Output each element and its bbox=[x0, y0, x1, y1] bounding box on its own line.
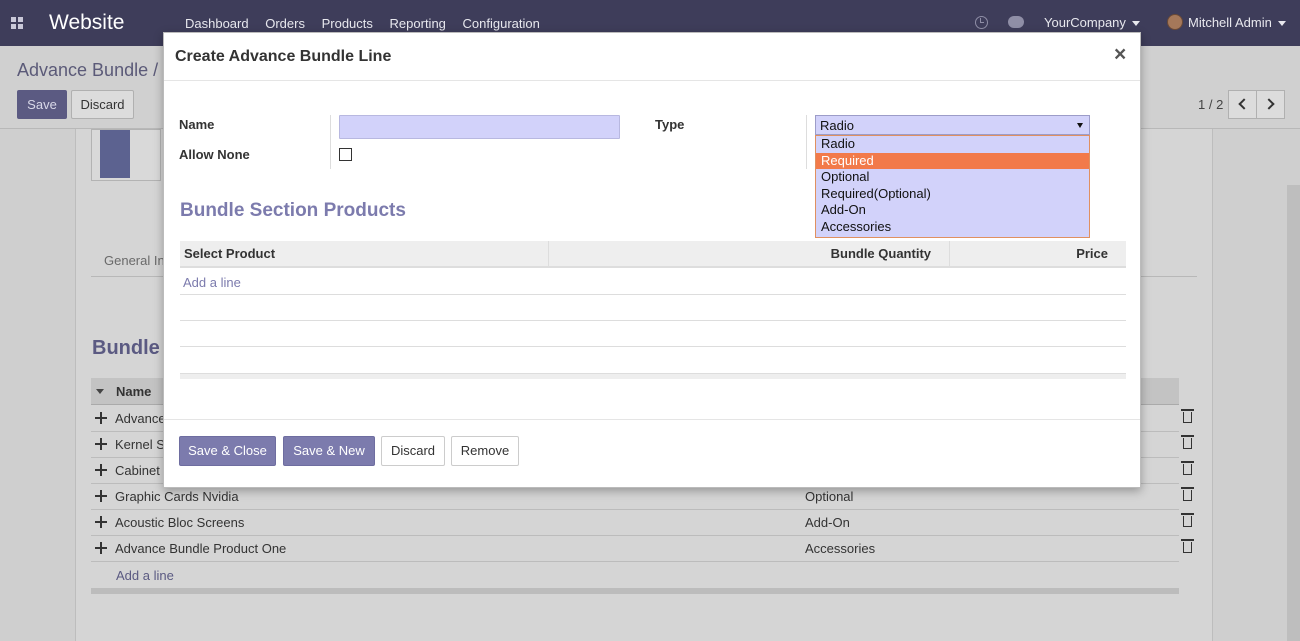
type-select-value: Radio bbox=[820, 118, 854, 133]
row-type: Add-On bbox=[805, 515, 850, 530]
drag-handle-icon[interactable] bbox=[95, 412, 107, 424]
apps-menu-icon[interactable] bbox=[11, 17, 23, 29]
trash-icon[interactable] bbox=[1181, 539, 1194, 553]
chevron-down-icon bbox=[1277, 21, 1286, 27]
chevron-right-icon bbox=[1263, 98, 1275, 110]
user-name: Mitchell Admin bbox=[1188, 15, 1272, 30]
type-select[interactable]: Radio bbox=[815, 115, 1090, 135]
close-icon[interactable]: × bbox=[1114, 43, 1126, 67]
name-input[interactable] bbox=[339, 115, 620, 139]
drag-handle-icon[interactable] bbox=[95, 542, 107, 554]
drag-handle-icon[interactable] bbox=[95, 490, 107, 502]
drag-handle-icon[interactable] bbox=[95, 438, 107, 450]
app-title: Website bbox=[49, 11, 125, 34]
field-divider bbox=[330, 115, 331, 169]
row-type: Optional bbox=[805, 489, 854, 504]
trash-icon[interactable] bbox=[1181, 435, 1194, 449]
type-label: Type bbox=[655, 117, 685, 132]
type-option-accessories[interactable]: Accessories bbox=[816, 219, 1089, 236]
chevron-left-icon bbox=[1238, 98, 1250, 110]
dialog-title: Create Advance Bundle Line bbox=[175, 48, 392, 65]
column-header-select-product[interactable]: Select Product bbox=[184, 246, 275, 261]
menu-item-orders[interactable]: Orders bbox=[265, 16, 305, 31]
column-divider bbox=[949, 241, 950, 268]
column-header-bundle-quantity[interactable]: Bundle Quantity bbox=[831, 246, 931, 261]
dialog-footer: Save & Close Save & New Discard Remove bbox=[164, 419, 1140, 488]
activity-clock-icon[interactable] bbox=[975, 16, 988, 29]
user-avatar[interactable] bbox=[1167, 14, 1183, 30]
save-close-button[interactable]: Save & Close bbox=[179, 436, 276, 466]
breadcrumb[interactable]: Advance Bundle / bbox=[17, 60, 158, 81]
save-new-button[interactable]: Save & New bbox=[283, 436, 375, 466]
main-menu: Dashboard Orders Products Reporting Conf… bbox=[185, 16, 553, 31]
trash-icon[interactable] bbox=[1181, 487, 1194, 501]
form-discard-button[interactable]: Discard bbox=[71, 90, 134, 119]
product-image bbox=[91, 129, 161, 181]
bundle-heading: Bundle bbox=[92, 337, 160, 359]
pager-previous-button[interactable] bbox=[1228, 90, 1257, 119]
bundle-section-products-title: Bundle Section Products bbox=[180, 200, 406, 221]
row-name: Kernel S bbox=[115, 437, 165, 452]
menu-item-dashboard[interactable]: Dashboard bbox=[185, 16, 249, 31]
bundle-add-line-link[interactable]: Add a line bbox=[116, 568, 174, 583]
sort-caret-icon[interactable] bbox=[96, 389, 104, 394]
add-line-link[interactable]: Add a line bbox=[183, 275, 241, 290]
table-row: Add a line bbox=[180, 269, 1126, 295]
menu-item-reporting[interactable]: Reporting bbox=[390, 16, 446, 31]
column-divider bbox=[548, 241, 549, 268]
form-save-button[interactable]: Save bbox=[17, 90, 67, 119]
row-name: Graphic Cards Nvidia bbox=[115, 489, 239, 504]
discard-button[interactable]: Discard bbox=[381, 436, 445, 466]
company-name: YourCompany bbox=[1044, 15, 1126, 30]
menu-item-products[interactable]: Products bbox=[322, 16, 373, 31]
bundle-table-footer bbox=[91, 588, 1179, 594]
chevron-down-icon bbox=[1131, 21, 1140, 27]
tab-general-info[interactable]: General In bbox=[104, 253, 165, 268]
products-table-footer bbox=[180, 373, 1126, 379]
type-option-radio[interactable]: Radio bbox=[816, 136, 1089, 153]
row-name: Advance bbox=[115, 411, 166, 426]
row-type: Accessories bbox=[805, 541, 876, 556]
pager-next-button[interactable] bbox=[1256, 90, 1285, 119]
pager-value: 1 / 2 bbox=[1198, 97, 1224, 112]
type-option-required[interactable]: Required bbox=[816, 152, 1089, 170]
type-option-required-optional[interactable]: Required(Optional) bbox=[816, 186, 1089, 203]
column-header-price[interactable]: Price bbox=[1076, 246, 1108, 261]
drag-handle-icon[interactable] bbox=[95, 516, 107, 528]
allow-none-label: Allow None bbox=[179, 147, 250, 162]
remove-button[interactable]: Remove bbox=[451, 436, 519, 466]
products-table-header: Select Product Bundle Quantity Price bbox=[180, 241, 1126, 268]
allow-none-checkbox[interactable] bbox=[339, 148, 352, 161]
trash-icon[interactable] bbox=[1181, 461, 1194, 475]
table-row[interactable]: Advance Bundle Product One Accessories bbox=[91, 536, 1194, 562]
create-bundle-line-dialog: Create Advance Bundle Line × Name Allow … bbox=[163, 32, 1141, 488]
row-name: Acoustic Bloc Screens bbox=[115, 515, 245, 530]
type-option-optional[interactable]: Optional bbox=[816, 169, 1089, 186]
name-label: Name bbox=[179, 117, 215, 132]
table-row bbox=[180, 321, 1126, 347]
trash-icon[interactable] bbox=[1181, 409, 1194, 423]
column-header-name[interactable]: Name bbox=[116, 384, 151, 399]
user-menu[interactable]: Mitchell Admin bbox=[1188, 15, 1286, 30]
table-row bbox=[180, 347, 1126, 373]
trash-icon[interactable] bbox=[1181, 513, 1194, 527]
table-row bbox=[180, 295, 1126, 321]
dialog-header: Create Advance Bundle Line × bbox=[164, 33, 1140, 81]
drag-handle-icon[interactable] bbox=[95, 464, 107, 476]
chat-icon[interactable] bbox=[1008, 16, 1024, 28]
row-name: Cabinet bbox=[115, 463, 160, 478]
menu-item-configuration[interactable]: Configuration bbox=[463, 16, 540, 31]
field-divider bbox=[806, 115, 807, 169]
type-dropdown-list: Radio Required Optional Required(Optiona… bbox=[815, 135, 1090, 238]
row-name: Advance Bundle Product One bbox=[115, 541, 287, 556]
dropdown-arrow-icon bbox=[1077, 123, 1083, 128]
page-scrollbar[interactable] bbox=[1287, 185, 1300, 641]
company-switcher[interactable]: YourCompany bbox=[1044, 15, 1140, 30]
type-option-add-on[interactable]: Add-On bbox=[816, 202, 1089, 219]
table-row[interactable]: Acoustic Bloc Screens Add-On bbox=[91, 510, 1194, 536]
